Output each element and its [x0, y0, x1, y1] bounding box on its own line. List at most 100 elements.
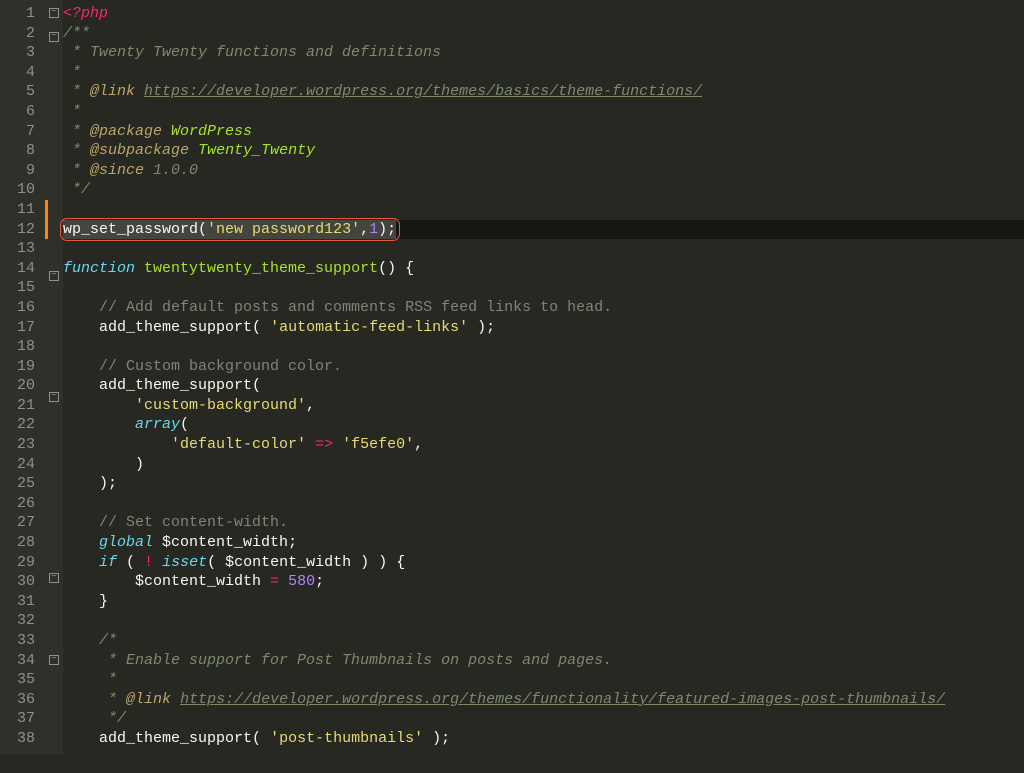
token-paren: ( — [180, 416, 189, 433]
line-number: 4 — [0, 63, 35, 83]
token-gray: // Custom background color. — [99, 358, 342, 375]
line-number: 32 — [0, 611, 35, 631]
token-def: add_theme_support — [63, 377, 252, 394]
token-paren: ) — [135, 456, 144, 473]
line-number: 2 — [0, 24, 35, 44]
code-line[interactable] — [63, 611, 1024, 631]
fold-column[interactable]: − − − − − − — [45, 0, 63, 754]
code-line[interactable]: */ — [63, 180, 1024, 200]
token-tag: <?php — [63, 5, 108, 22]
fold-guide — [45, 290, 63, 310]
token-link: https://developer.wordpress.org/themes/b… — [144, 83, 702, 100]
code-line[interactable]: * Enable support for Post Thumbnails on … — [63, 651, 1024, 671]
token-def — [396, 260, 405, 277]
token-paren: ( — [198, 221, 207, 238]
line-number-gutter: 1234567891011121314151617181920212223242… — [0, 0, 45, 754]
fold-toggle-icon[interactable]: − — [45, 655, 63, 675]
code-line[interactable]: wp_set_password('new password123',1); — [63, 220, 1024, 240]
line-number: 33 — [0, 631, 35, 651]
code-line[interactable]: } — [63, 592, 1024, 612]
token-def — [63, 593, 99, 610]
code-line[interactable]: /** — [63, 24, 1024, 44]
code-line[interactable]: * @package WordPress — [63, 122, 1024, 142]
token-def — [135, 554, 144, 571]
code-line[interactable] — [63, 337, 1024, 357]
code-line[interactable]: 'default-color' => 'f5efe0', — [63, 435, 1024, 455]
token-def — [63, 534, 99, 551]
code-line[interactable]: * — [63, 102, 1024, 122]
token-ann: @since — [90, 162, 144, 179]
fold-toggle-icon[interactable]: − — [45, 392, 63, 412]
line-number: 5 — [0, 82, 35, 102]
code-line[interactable]: // Set content-width. — [63, 513, 1024, 533]
code-line[interactable]: 'custom-background', — [63, 396, 1024, 416]
token-def — [468, 319, 477, 336]
code-line[interactable]: * — [63, 63, 1024, 83]
code-editor[interactable]: 1234567891011121314151617181920212223242… — [0, 0, 1024, 754]
code-line[interactable]: global $content_width; — [63, 533, 1024, 553]
token-def — [63, 652, 99, 669]
code-line[interactable] — [63, 239, 1024, 259]
code-line[interactable]: * Twenty Twenty functions and definition… — [63, 43, 1024, 63]
token-def — [63, 632, 99, 649]
token-def: ; — [486, 319, 495, 336]
token-def — [306, 436, 315, 453]
code-area[interactable]: <?php/** * Twenty Twenty functions and d… — [63, 0, 1024, 754]
code-line[interactable]: ) — [63, 455, 1024, 475]
token-link: https://developer.wordpress.org/themes/f… — [180, 691, 945, 708]
code-line[interactable]: array( — [63, 415, 1024, 435]
code-line[interactable]: add_theme_support( 'post-thumbnails' ); — [63, 729, 1024, 749]
token-def — [153, 554, 162, 571]
token-doc — [162, 123, 171, 140]
fold-guide — [45, 349, 63, 369]
token-def — [63, 416, 135, 433]
token-def: ; — [441, 730, 450, 747]
fold-guide — [45, 310, 63, 330]
code-line[interactable]: if ( ! isset( $content_width ) ) { — [63, 553, 1024, 573]
code-line[interactable]: * — [63, 670, 1024, 690]
code-line[interactable]: * @link https://developer.wordpress.org/… — [63, 82, 1024, 102]
code-line[interactable]: // Add default posts and comments RSS fe… — [63, 298, 1024, 318]
code-line[interactable]: $content_width = 580; — [63, 572, 1024, 592]
token-def — [63, 456, 135, 473]
line-number: 19 — [0, 357, 35, 377]
code-line[interactable] — [63, 278, 1024, 298]
fold-toggle-icon[interactable]: − — [45, 8, 63, 28]
token-str: 'f5efe0' — [342, 436, 414, 453]
fold-guide — [45, 733, 63, 753]
code-line[interactable]: add_theme_support( 'automatic-feed-links… — [63, 318, 1024, 338]
fold-toggle-icon[interactable]: − — [45, 573, 63, 593]
code-line[interactable]: add_theme_support( — [63, 376, 1024, 396]
code-line[interactable]: // Custom background color. — [63, 357, 1024, 377]
token-doc — [135, 83, 144, 100]
code-line[interactable] — [63, 494, 1024, 514]
line-number: 18 — [0, 337, 35, 357]
code-line[interactable]: ); — [63, 474, 1024, 494]
code-line[interactable]: <?php — [63, 4, 1024, 24]
code-line[interactable]: * @link https://developer.wordpress.org/… — [63, 690, 1024, 710]
code-line[interactable]: */ — [63, 709, 1024, 729]
code-line[interactable]: * @since 1.0.0 — [63, 161, 1024, 181]
token-def — [63, 475, 99, 492]
line-number: 16 — [0, 298, 35, 318]
line-number: 6 — [0, 102, 35, 122]
token-kw: global — [99, 534, 153, 551]
token-def: $content_width — [63, 573, 270, 590]
fold-guide — [45, 90, 63, 110]
token-gray: // Add default posts and comments RSS fe… — [99, 299, 612, 316]
token-doc: /** — [63, 25, 90, 42]
line-number: 17 — [0, 318, 35, 338]
code-line[interactable]: function twentytwenty_theme_support() { — [63, 259, 1024, 279]
token-def: ; — [108, 475, 117, 492]
line-number: 22 — [0, 415, 35, 435]
code-line[interactable] — [63, 200, 1024, 220]
fold-toggle-icon[interactable]: − — [45, 32, 63, 52]
token-def: , — [414, 436, 423, 453]
line-number: 20 — [0, 376, 35, 396]
code-line[interactable]: /* — [63, 631, 1024, 651]
fold-toggle-icon[interactable]: − — [45, 271, 63, 291]
code-line[interactable]: * @subpackage Twenty_Twenty — [63, 141, 1024, 161]
fold-guide — [45, 714, 63, 734]
token-def — [135, 260, 144, 277]
token-paren: ( — [252, 377, 261, 394]
